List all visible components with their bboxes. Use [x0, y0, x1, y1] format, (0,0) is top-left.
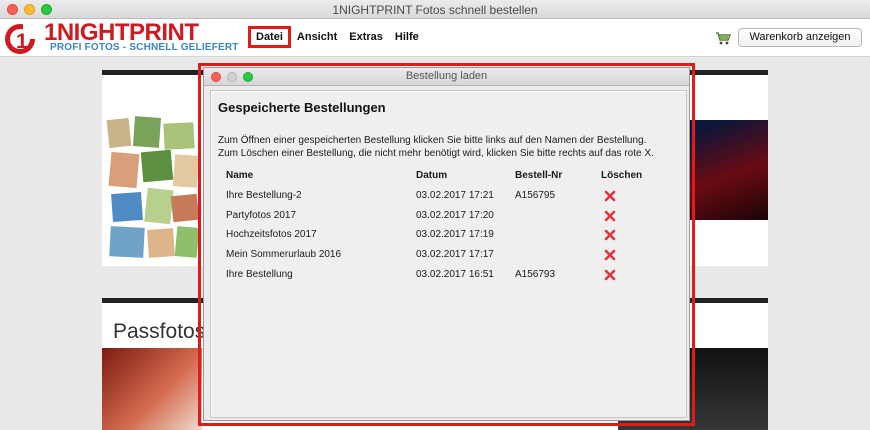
- order-date: 03.02.2017 17:20: [416, 210, 494, 221]
- table-row: Ihre Bestellung-2 03.02.2017 17:21 A1567…: [226, 190, 656, 204]
- order-name-link[interactable]: Mein Sommerurlaub 2016: [226, 249, 341, 260]
- show-cart-button[interactable]: Warenkorb anzeigen: [738, 28, 862, 47]
- cart-icon[interactable]: [715, 31, 731, 45]
- delete-x-icon[interactable]: [604, 249, 616, 261]
- menu-item-datei[interactable]: Datei: [248, 26, 291, 48]
- order-name-link[interactable]: Ihre Bestellung: [226, 269, 293, 280]
- column-header-date: Datum: [416, 170, 448, 181]
- window-title: 1NIGHTPRINT Fotos schnell bestellen: [332, 3, 538, 17]
- order-date: 03.02.2017 17:19: [416, 229, 494, 240]
- table-row: Partyfotos 2017 03.02.2017 17:20: [226, 210, 656, 224]
- app-header: 1 1NIGHTPRINT PROFI FOTOS - SCHNELL GELI…: [0, 19, 870, 57]
- order-number: A156795: [515, 190, 556, 201]
- brand-tagline: PROFI FOTOS - SCHNELL GELIEFERT: [50, 42, 239, 53]
- saved-orders-description: Zum Öffnen einer gespeicherten Bestellun…: [218, 135, 654, 159]
- dialog-title: Bestellung laden: [405, 70, 488, 82]
- saved-orders-heading: Gespeicherte Bestellungen: [218, 100, 386, 115]
- column-header-name: Name: [226, 170, 254, 181]
- order-name-link[interactable]: Partyfotos 2017: [226, 210, 296, 221]
- delete-x-icon[interactable]: [604, 190, 616, 202]
- order-name-link[interactable]: Ihre Bestellung-2: [226, 190, 302, 201]
- table-row: Ihre Bestellung 03.02.2017 16:51 A156793: [226, 269, 656, 283]
- svg-text:1: 1: [16, 30, 28, 53]
- night-photo-image: [690, 120, 768, 220]
- delete-x-icon[interactable]: [604, 269, 616, 281]
- delete-x-icon[interactable]: [604, 229, 616, 241]
- passport-photos-title: Passfotos: [113, 320, 206, 343]
- table-row: Hochzeitsfotos 2017 03.02.2017 17:19: [226, 229, 656, 243]
- menu-item-hilfe[interactable]: Hilfe: [389, 26, 425, 48]
- column-header-order-no: Bestell-Nr: [515, 170, 563, 181]
- table-header: Name Datum Bestell-Nr Löschen: [226, 170, 656, 184]
- saved-orders-panel: Gespeicherte Bestellungen Zum Öffnen ein…: [210, 90, 687, 418]
- dialog-titlebar: Bestellung laden: [204, 68, 689, 86]
- column-header-delete: Löschen: [601, 170, 643, 181]
- menu-item-ansicht[interactable]: Ansicht: [291, 26, 343, 48]
- order-date: 03.02.2017 16:51: [416, 269, 494, 280]
- logo-icon: 1: [5, 22, 39, 54]
- menu-bar: Datei Ansicht Extras Hilfe: [248, 25, 425, 49]
- table-row: Mein Sommerurlaub 2016 03.02.2017 17:17: [226, 249, 656, 263]
- photo-collage-image: [106, 115, 201, 265]
- load-order-dialog: Bestellung laden Gespeicherte Bestellung…: [203, 67, 690, 421]
- portrait-image: [102, 348, 202, 430]
- delete-x-icon[interactable]: [604, 210, 616, 222]
- order-date: 03.02.2017 17:21: [416, 190, 494, 201]
- order-number: A156793: [515, 269, 556, 280]
- menu-item-extras[interactable]: Extras: [343, 26, 389, 48]
- window-titlebar: 1NIGHTPRINT Fotos schnell bestellen: [0, 0, 870, 19]
- order-date: 03.02.2017 17:17: [416, 249, 494, 260]
- order-name-link[interactable]: Hochzeitsfotos 2017: [226, 229, 317, 240]
